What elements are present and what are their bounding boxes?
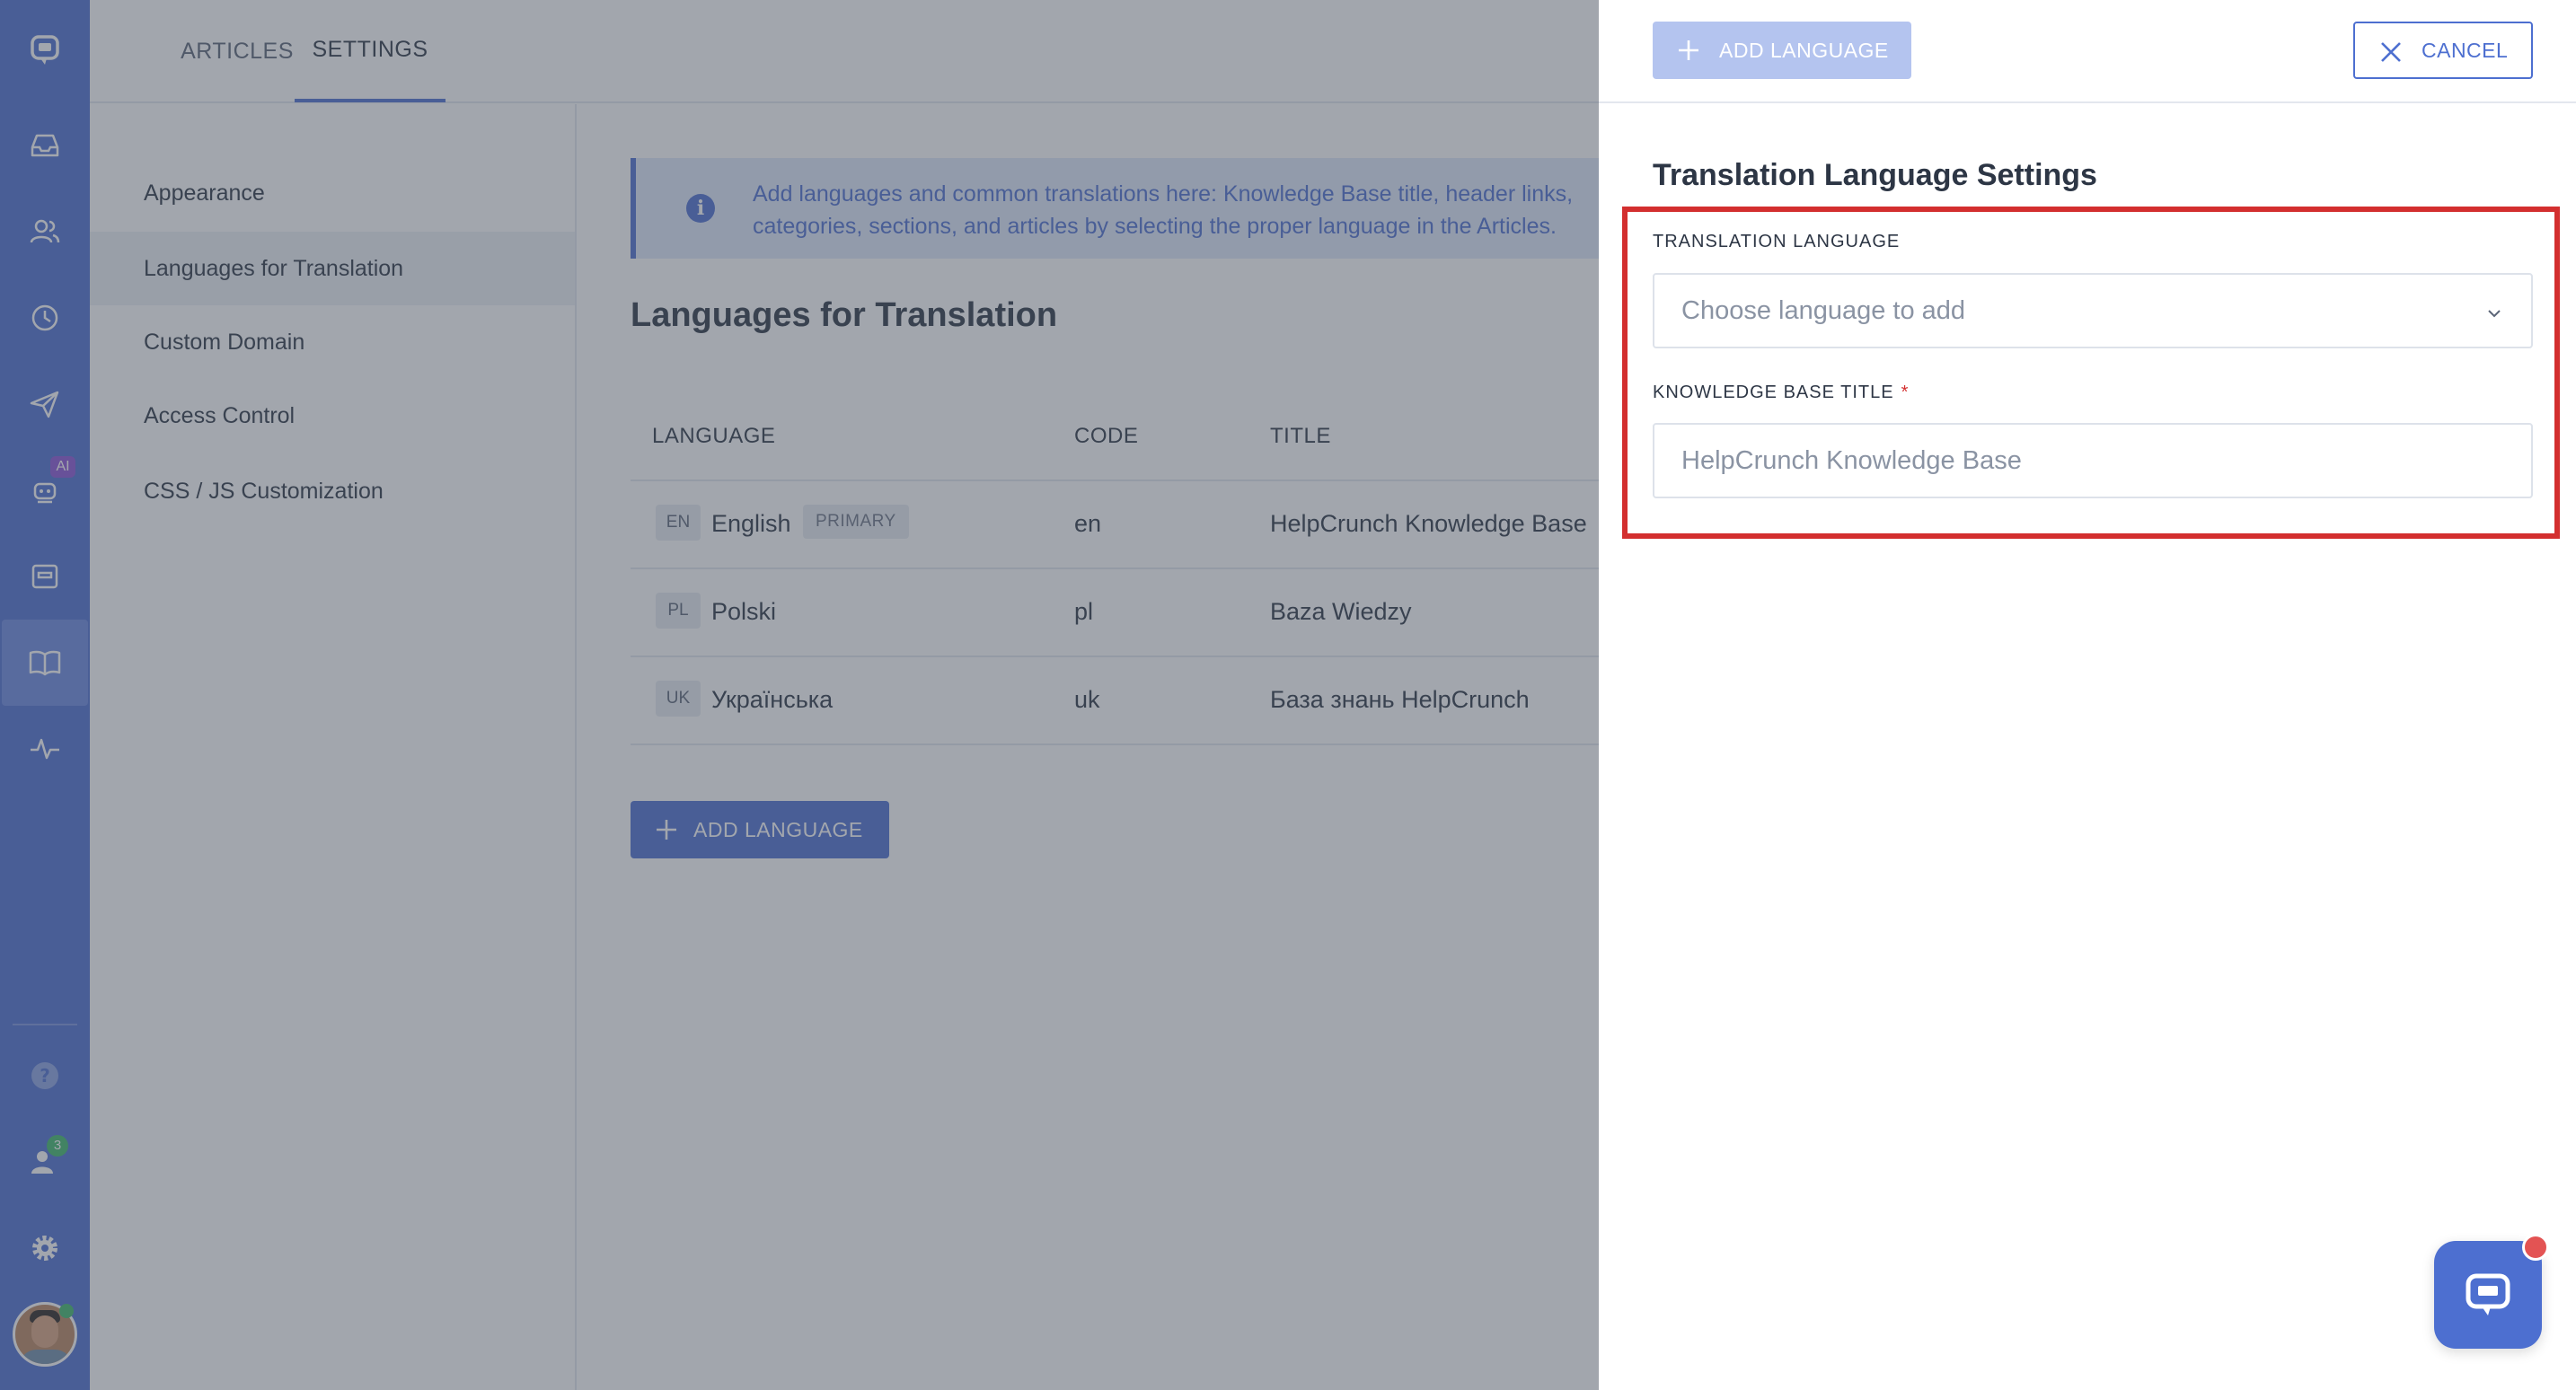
drawer-add-language-button[interactable]: ADD LANGUAGE [1653,22,1911,79]
cancel-button-label: CANCEL [2422,38,2509,62]
drawer-header: ADD LANGUAGE CANCEL [1599,0,2576,103]
drawer-title: Translation Language Settings [1653,158,2097,192]
close-icon [2381,42,2401,62]
chat-notification-dot [2522,1234,2549,1261]
modal-backdrop[interactable] [0,0,1599,1390]
translation-settings-drawer: ADD LANGUAGE CANCEL Translation Language… [1599,0,2576,1390]
drawer-add-language-label: ADD LANGUAGE [1719,38,1889,62]
plus-icon [1679,40,1698,60]
cancel-button[interactable]: CANCEL [2353,22,2533,79]
chat-widget-icon [2466,1273,2510,1315]
highlight-box [1622,207,2560,539]
